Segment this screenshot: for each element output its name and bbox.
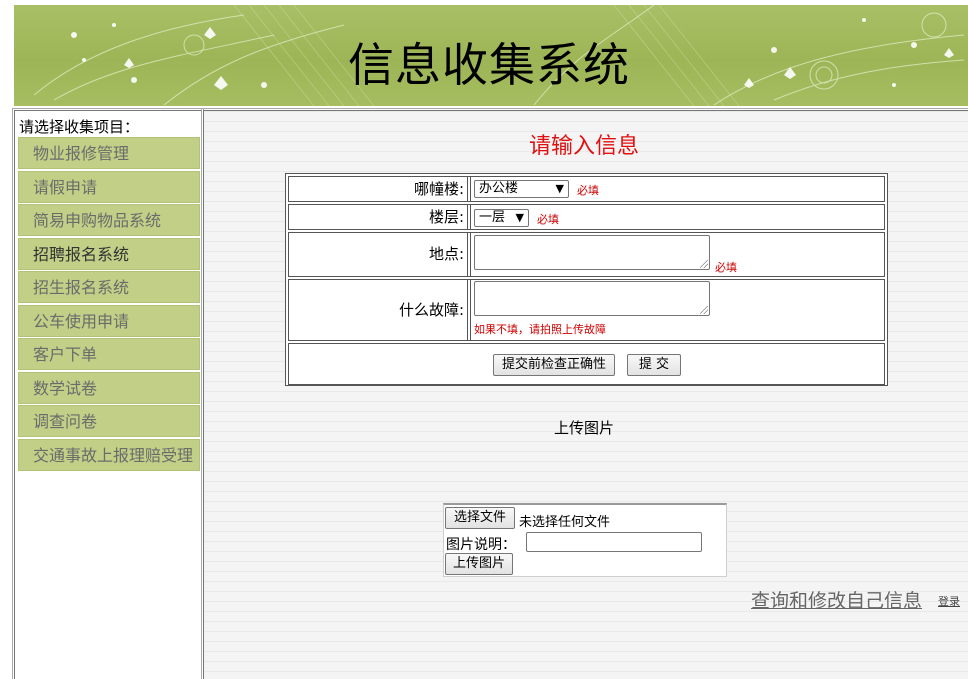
form-row-floor: 楼层: 一层 ▼ 必填	[288, 204, 885, 230]
submit-button[interactable]: 提 交	[627, 354, 681, 376]
check-button[interactable]: 提交前检查正确性	[493, 354, 615, 376]
building-select-value: 办公楼	[479, 181, 519, 196]
upload-form: 选择文件 未选择任何文件 图片说明： 上传图片	[443, 503, 727, 577]
sidebar-item-recruitment[interactable]: 招聘报名系统	[18, 237, 200, 270]
repair-form: 哪幢楼: 办公楼 ▼ 必填 楼层: 一层 ▼ 必填 地点: 必填 什么故障: 如…	[285, 173, 888, 386]
sidebar-heading: 请选择收集项目：	[19, 118, 140, 136]
fault-cell: 如果不填，请拍照上传故障	[470, 280, 884, 340]
header-banner: 信息收集系统	[14, 5, 968, 106]
building-label: 哪幢楼:	[289, 177, 468, 201]
main-content: 请输入信息 哪幢楼: 办公楼 ▼ 必填 楼层: 一层 ▼ 必填 地点: 必填 什…	[201, 108, 968, 679]
query-modify-link[interactable]: 查询和修改自己信息	[751, 586, 922, 613]
sidebar: 请选择收集项目： 物业报修管理 请假申请 简易申购物品系统 招聘报名系统 招生报…	[12, 108, 204, 679]
building-cell: 办公楼 ▼ 必填	[470, 177, 884, 201]
form-title: 请输入信息	[528, 134, 639, 159]
building-select[interactable]: 办公楼 ▼	[474, 180, 569, 198]
chevron-down-icon: ▼	[555, 182, 564, 195]
caption-label: 图片说明：	[446, 537, 516, 553]
location-textarea[interactable]	[474, 235, 710, 270]
location-label: 地点:	[289, 233, 468, 276]
upload-image-button[interactable]: 上传图片	[445, 553, 513, 575]
upload-heading: 上传图片	[553, 419, 614, 437]
location-cell: 必填	[470, 233, 884, 276]
sidebar-item-survey[interactable]: 调查问卷	[18, 405, 200, 437]
form-row-actions: 提交前检查正确性 提 交	[288, 343, 885, 385]
chevron-down-icon: ▼	[515, 211, 524, 224]
required-note: 必填	[537, 213, 559, 226]
sidebar-item-enrollment[interactable]: 招生报名系统	[18, 271, 200, 303]
sidebar-item-leave-request[interactable]: 请假申请	[18, 170, 200, 203]
form-row-location: 地点: 必填	[288, 232, 885, 277]
no-file-text: 未选择任何文件	[519, 515, 611, 530]
resize-grip-icon[interactable]	[700, 306, 708, 314]
floor-select-value: 一层	[479, 210, 506, 225]
sidebar-item-traffic-accident[interactable]: 交通事故上报理赔受理	[18, 438, 200, 471]
sidebar-item-math-exam[interactable]: 数学试卷	[18, 371, 200, 404]
login-link[interactable]: 登录	[938, 593, 960, 609]
floor-label: 楼层:	[289, 205, 468, 229]
page: 信息收集系统 请选择收集项目： 物业报修管理 请假申请 简易申购物品系统 招聘报…	[0, 0, 968, 679]
sidebar-item-customer-order[interactable]: 客户下单	[18, 338, 200, 370]
fault-textarea[interactable]	[474, 281, 710, 316]
sidebar-item-property-repair[interactable]: 物业报修管理	[18, 137, 200, 169]
floor-select[interactable]: 一层 ▼	[474, 209, 529, 227]
required-note: 必填	[577, 184, 599, 197]
fault-label: 什么故障:	[289, 280, 468, 340]
choose-file-button[interactable]: 选择文件	[445, 507, 515, 529]
resize-grip-icon[interactable]	[700, 260, 708, 268]
sidebar-item-purchase[interactable]: 简易申购物品系统	[18, 204, 200, 236]
form-row-fault: 什么故障: 如果不填，请拍照上传故障	[288, 279, 885, 341]
sidebar-list: 物业报修管理 请假申请 简易申购物品系统 招聘报名系统 招生报名系统 公车使用申…	[18, 137, 200, 472]
floor-cell: 一层 ▼ 必填	[470, 205, 884, 229]
form-row-building: 哪幢楼: 办公楼 ▼ 必填	[288, 176, 885, 202]
caption-input[interactable]	[526, 532, 702, 552]
fault-hint: 如果不填，请拍照上传故障	[474, 323, 606, 336]
sidebar-item-car-usage[interactable]: 公车使用申请	[18, 304, 200, 337]
required-note: 必填	[715, 261, 737, 274]
page-title: 信息收集系统	[348, 38, 630, 92]
